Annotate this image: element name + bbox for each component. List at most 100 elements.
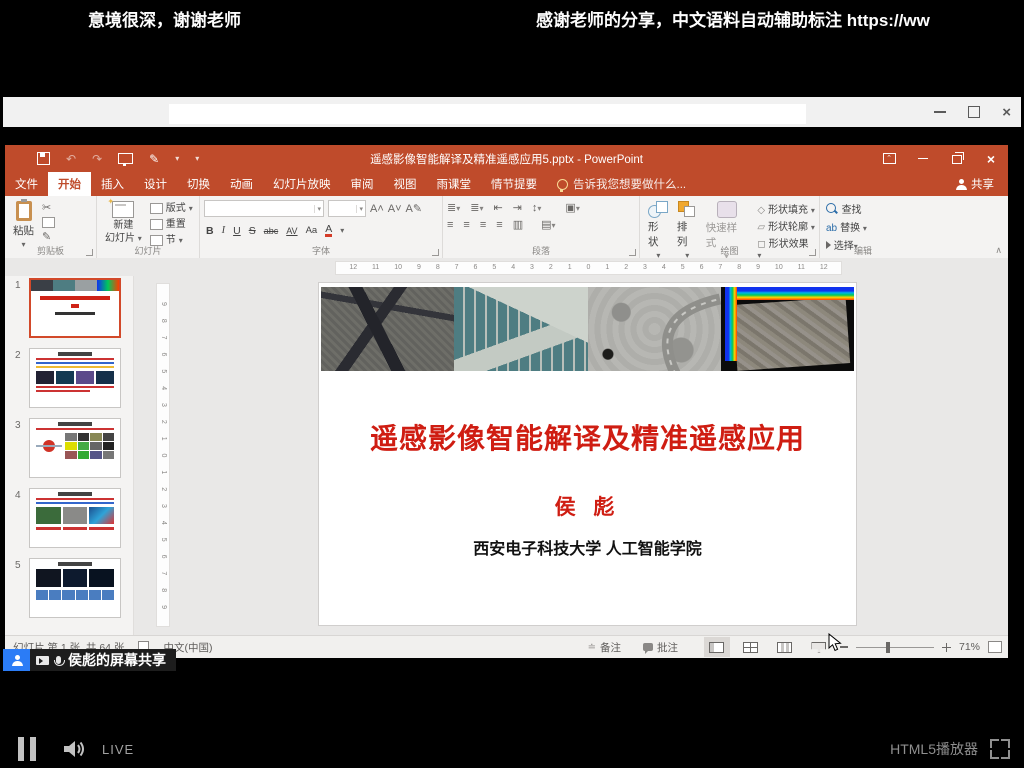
save-icon[interactable] — [37, 152, 50, 165]
underline-button[interactable]: U — [233, 225, 241, 237]
shape-outline-button[interactable]: ▱形状轮廓 ▾ — [757, 218, 815, 233]
screenshare-icon — [36, 656, 49, 665]
clipboard-group: 粘贴 ▾ ✂ ✎ 剪贴板 — [5, 196, 97, 258]
tab-file[interactable]: 文件 — [5, 172, 48, 196]
thumbnail-slide-3[interactable]: 3 — [15, 418, 121, 478]
ppt-restore-button[interactable] — [940, 145, 974, 172]
undo-icon[interactable]: ↶ — [66, 152, 76, 166]
clipboard-dialog-launcher-icon[interactable] — [86, 249, 93, 256]
thumbnail-slide-1[interactable]: 1 — [15, 278, 121, 338]
fit-slide-to-window-button[interactable] — [988, 641, 1002, 653]
outer-close-button[interactable]: × — [1002, 105, 1011, 120]
ruler-row: 12 11 10 9 8 7 6 5 4 3 2 1 0 1 2 3 4 5 6… — [5, 258, 1008, 276]
format-painter-icon[interactable]: ✎ — [42, 231, 55, 243]
find-button[interactable]: 查找 — [826, 201, 902, 216]
zoom-slider-thumb[interactable] — [886, 642, 890, 653]
start-slideshow-icon[interactable] — [118, 153, 133, 164]
outer-minimize-button[interactable] — [934, 111, 946, 113]
quick-access-toolbar: ↶ ↷ ✎ ▾ ▾ — [37, 152, 199, 166]
layout-button[interactable]: 版式▾ — [150, 202, 193, 215]
screen-share-overlay: 侯彪的屏幕共享 — [3, 649, 176, 671]
bullets-icon[interactable]: ≣▾ — [447, 202, 460, 215]
normal-view-button[interactable] — [704, 637, 730, 657]
qat-customize-icon[interactable]: ▾ — [195, 154, 199, 163]
person-icon — [956, 179, 966, 189]
tab-home[interactable]: 开始 — [48, 172, 91, 196]
slide-thumbnail-panel: 1 2 — [5, 276, 134, 635]
increase-indent-icon[interactable]: ⇥ — [513, 202, 522, 215]
bold-button[interactable]: B — [206, 225, 214, 237]
character-spacing-button[interactable]: AV — [286, 226, 297, 236]
tell-me-box[interactable]: 告诉我您想要做什么... — [547, 172, 696, 196]
tab-storyboarding[interactable]: 情节提要 — [481, 172, 547, 196]
font-size-input[interactable]: ▾ — [328, 200, 366, 217]
shape-fill-button[interactable]: ◇形状填充 ▾ — [757, 201, 815, 216]
normal-view-icon — [709, 642, 724, 653]
outer-maximize-button[interactable] — [968, 106, 980, 118]
align-right-icon[interactable]: ≡ — [480, 219, 486, 232]
ppt-close-button[interactable]: × — [974, 145, 1008, 172]
presenter-avatar[interactable] — [3, 649, 30, 671]
change-case-button[interactable]: Aa — [306, 225, 318, 236]
text-shadow-button[interactable]: abc — [264, 226, 279, 236]
presenter-person-icon — [12, 655, 22, 665]
columns-icon[interactable]: ▥ — [513, 219, 523, 232]
horizontal-ruler: 12 11 10 9 8 7 6 5 4 3 2 1 0 1 2 3 4 5 6… — [335, 261, 842, 275]
paste-button[interactable]: 粘贴 ▾ — [9, 200, 38, 250]
slide-canvas[interactable]: 遥感影像智能解译及精准遥感应用 侯 彪 西安电子科技大学 人工智能学院 — [319, 283, 856, 625]
grow-font-icon[interactable]: A˄ — [370, 203, 384, 215]
tab-transitions[interactable]: 切换 — [177, 172, 220, 196]
tab-rain-classroom[interactable]: 雨课堂 — [427, 172, 482, 196]
ppt-minimize-button[interactable] — [906, 145, 940, 172]
smartart-convert-icon[interactable]: ▤▾ — [541, 219, 555, 232]
thumbnail-slide-2[interactable]: 2 — [15, 348, 121, 408]
shrink-font-icon[interactable]: A˅ — [388, 203, 402, 215]
collapse-ribbon-chevron-icon[interactable]: ∧ — [995, 245, 1002, 256]
text-direction-icon[interactable]: ▣▾ — [565, 202, 579, 215]
numbering-icon[interactable]: ≣▾ — [470, 202, 483, 215]
replace-button[interactable]: ab替换 ▾ — [826, 219, 902, 234]
pause-button[interactable] — [18, 737, 36, 761]
zoom-level[interactable]: 71% — [959, 641, 980, 653]
zoom-slider[interactable] — [856, 647, 934, 648]
comments-button[interactable]: 批注 — [643, 640, 678, 655]
thumbnail-slide-4[interactable]: 4 — [15, 488, 121, 548]
vertical-ruler: 9 8 7 6 5 4 3 2 1 0 1 2 3 4 5 6 7 8 9 — [156, 283, 170, 627]
cut-icon[interactable]: ✂ — [42, 202, 55, 214]
zoom-in-button[interactable] — [942, 643, 951, 652]
tab-design[interactable]: 设计 — [134, 172, 177, 196]
paragraph-dialog-launcher-icon[interactable] — [629, 249, 636, 256]
tab-slideshow[interactable]: 幻灯片放映 — [263, 172, 341, 196]
tab-view[interactable]: 视图 — [384, 172, 427, 196]
tab-insert[interactable]: 插入 — [91, 172, 134, 196]
justify-icon[interactable]: ≡ — [496, 219, 502, 232]
share-button[interactable]: 共享 — [942, 172, 1008, 196]
font-color-dropdown-icon[interactable]: ▾ — [340, 226, 344, 235]
thumbnail-slide-5[interactable]: 5 — [15, 558, 121, 618]
copy-icon[interactable] — [42, 217, 55, 228]
qat-dropdown-icon[interactable]: ▾ — [175, 154, 179, 163]
align-left-icon[interactable]: ≡ — [447, 219, 453, 232]
ink-pen-icon[interactable]: ✎ — [149, 152, 159, 166]
italic-button[interactable]: I — [222, 225, 226, 236]
tab-animations[interactable]: 动画 — [220, 172, 263, 196]
slide-sorter-view-button[interactable] — [738, 637, 764, 657]
line-spacing-icon[interactable]: ↕▾ — [532, 202, 542, 215]
font-color-button[interactable]: A — [325, 224, 332, 237]
font-name-input[interactable]: ▾ — [204, 200, 324, 217]
reset-button[interactable]: 重置 — [150, 218, 193, 231]
ribbon-display-options-button[interactable]: ⌃ — [872, 145, 906, 172]
font-dialog-launcher-icon[interactable] — [432, 249, 439, 256]
notes-button[interactable]: ≐备注 — [588, 640, 621, 655]
tab-review[interactable]: 审阅 — [341, 172, 384, 196]
clear-formatting-icon[interactable]: A✎ — [406, 203, 423, 215]
new-slide-button[interactable]: 新建 幻灯片 ▾ — [101, 200, 146, 247]
reading-view-button[interactable] — [772, 637, 798, 657]
align-center-icon[interactable]: ≡ — [463, 219, 469, 232]
strikethrough-button[interactable]: S — [249, 225, 256, 237]
drawing-dialog-launcher-icon[interactable] — [809, 249, 816, 256]
redo-icon[interactable]: ↷ — [92, 152, 102, 166]
volume-button[interactable] — [62, 737, 88, 761]
decrease-indent-icon[interactable]: ⇤ — [493, 202, 502, 215]
fullscreen-button[interactable] — [990, 739, 1010, 759]
